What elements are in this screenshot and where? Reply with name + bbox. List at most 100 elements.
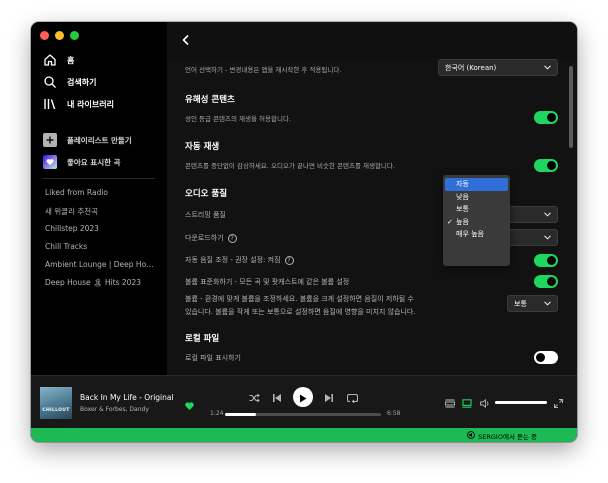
album-art[interactable]: CHILLOUT	[40, 387, 72, 419]
auto-adjust-label: 자동 음질 조정 - 권장 설정: 켜짐?	[185, 255, 294, 265]
sidebar: 홈 검색하기 내 라이브러리 플레이리스트 만들기 좋아요 표시한 곡 Like…	[31, 22, 167, 375]
close-window-button[interactable]	[40, 31, 49, 40]
sidebar-playlist[interactable]: Deep House 🏝 Hits 2023	[45, 278, 157, 287]
home-icon	[43, 53, 57, 67]
language-select-value: 한국어 (Korean)	[445, 63, 497, 72]
device-status-text: SERGIO에서 듣는 중	[478, 433, 537, 441]
volume-level-select[interactable]: 보통	[507, 295, 558, 312]
volume-button[interactable]	[479, 396, 491, 408]
liked-songs-button[interactable]: 좋아요 표시한 곡	[43, 155, 121, 169]
info-icon[interactable]: ?	[284, 255, 294, 265]
volume-level-desc-2: 있습니다. 볼륨을 작게 또는 보통으로 설정하면 음질에 영향을 미치지 않습…	[185, 308, 416, 316]
window-controls	[40, 31, 79, 40]
sidebar-playlist[interactable]: Ambient Lounge | Deep Hou...	[45, 260, 157, 269]
sidebar-playlist[interactable]: 새 위클리 추천곡	[45, 206, 157, 217]
play-icon	[299, 388, 307, 407]
track-title[interactable]: Back In My Life - Original Mix	[80, 393, 176, 402]
shuffle-button[interactable]	[247, 390, 261, 404]
volume-level-value: 보통	[514, 299, 527, 308]
fullscreen-button[interactable]	[552, 396, 564, 408]
scrollbar[interactable]	[569, 66, 573, 148]
next-icon	[324, 388, 334, 407]
info-icon[interactable]: ?	[227, 233, 237, 243]
sidebar-playlist[interactable]: Liked from Radio	[45, 188, 157, 197]
explicit-title: 유해성 콘텐츠	[185, 95, 235, 105]
autoplay-description: 콘텐츠를 중단없이 감상하세요. 오디오가 끝나면 비슷한 콘텐츠를 재생합니다…	[185, 162, 395, 170]
streaming-quality-select[interactable]	[507, 206, 558, 223]
quality-option[interactable]: 매우 높음	[443, 228, 510, 241]
repeat-button[interactable]	[345, 390, 359, 404]
create-playlist-button[interactable]: 플레이리스트 만들기	[43, 133, 132, 147]
audio-quality-title: 오디오 품질	[185, 189, 228, 199]
quality-option-label: 자동	[456, 180, 469, 189]
chevron-down-icon	[544, 211, 551, 219]
quality-option[interactable]: 자동	[445, 178, 508, 191]
volume-level-desc-1: 볼륨 - 환경에 맞게 볼륨을 조정하세요. 볼륨을 크게 설정하면 음질이 저…	[185, 295, 414, 303]
repeat-icon	[346, 388, 358, 407]
player-bar: CHILLOUT Back In My Life - Original Mix …	[31, 375, 577, 428]
volume-slider[interactable]	[495, 401, 547, 404]
local-files-label: 로컬 파일 표시하기	[185, 354, 241, 362]
download-quality-select[interactable]	[507, 229, 558, 246]
volume-icon	[480, 393, 490, 412]
liked-songs-label: 좋아요 표시한 곡	[67, 157, 121, 167]
download-quality-text: 다운로드하기	[185, 234, 224, 242]
track-artist[interactable]: Boxer & Forbes, Dandy	[80, 406, 149, 413]
maximize-window-button[interactable]	[70, 31, 79, 40]
chevron-down-icon	[544, 300, 551, 308]
quality-option-label: 높음	[456, 217, 469, 226]
heart-icon	[43, 155, 57, 169]
sidebar-playlist[interactable]: Chillstep 2023	[45, 224, 157, 233]
local-files-toggle[interactable]	[534, 351, 558, 364]
quality-option[interactable]: 낮음	[443, 191, 510, 204]
toggle-knob	[547, 113, 556, 122]
device-status: SERGIO에서 듣는 중	[467, 431, 537, 441]
heart-icon	[184, 396, 195, 415]
nav-search[interactable]: 검색하기	[43, 75, 96, 89]
nav-library[interactable]: 내 라이브러리	[43, 97, 114, 111]
search-icon	[43, 75, 57, 89]
sidebar-divider	[43, 178, 155, 179]
connected-device-bar[interactable]: SERGIO에서 듣는 중	[31, 428, 577, 442]
sidebar-playlist[interactable]: Chill Tracks	[45, 242, 157, 251]
queue-button[interactable]	[444, 396, 456, 408]
elapsed-time: 1:24	[210, 410, 224, 417]
explicit-description: 성인 등급 콘텐츠의 재생을 허용합니다.	[185, 115, 292, 123]
normalize-volume-toggle[interactable]	[534, 275, 558, 288]
toggle-knob	[547, 161, 556, 170]
streaming-quality-label: 스트리밍 품질	[185, 211, 226, 219]
nav-library-label: 내 라이브러리	[67, 99, 114, 109]
create-playlist-label: 플레이리스트 만들기	[67, 135, 132, 145]
chevron-down-icon	[544, 64, 551, 72]
language-select[interactable]: 한국어 (Korean)	[438, 59, 558, 76]
nav-home[interactable]: 홈	[43, 53, 74, 67]
local-files-title: 로컬 파일	[185, 334, 220, 344]
duration-time: 6:58	[387, 410, 401, 417]
progress-fill	[225, 413, 257, 416]
auto-adjust-toggle[interactable]	[534, 254, 558, 267]
like-button[interactable]	[183, 399, 195, 411]
toggle-knob	[547, 277, 556, 286]
nav-search-label: 검색하기	[67, 77, 97, 87]
speaker-icon	[467, 431, 475, 441]
autoplay-title: 자동 재생	[185, 142, 220, 152]
minimize-window-button[interactable]	[55, 31, 64, 40]
connect-device-button[interactable]	[461, 396, 473, 408]
explicit-toggle[interactable]	[534, 111, 558, 124]
quality-option[interactable]: 보통	[443, 203, 510, 216]
play-button[interactable]	[293, 387, 313, 407]
quality-option-label: 보통	[456, 205, 469, 214]
autoplay-toggle[interactable]	[534, 159, 558, 172]
next-button[interactable]	[322, 390, 336, 404]
toggle-knob	[536, 353, 545, 362]
back-button[interactable]	[177, 31, 195, 49]
top-bar	[167, 22, 577, 58]
toggle-knob	[547, 256, 556, 265]
chevron-down-icon	[544, 234, 551, 242]
quality-option[interactable]: ✓ 높음	[443, 216, 510, 229]
auto-adjust-text: 자동 음질 조정 - 권장 설정: 켜짐	[185, 256, 281, 264]
nav-home-label: 홈	[67, 55, 75, 65]
quality-option-label: 매우 높음	[456, 230, 484, 239]
progress-bar[interactable]	[225, 413, 381, 416]
previous-button[interactable]	[270, 390, 284, 404]
